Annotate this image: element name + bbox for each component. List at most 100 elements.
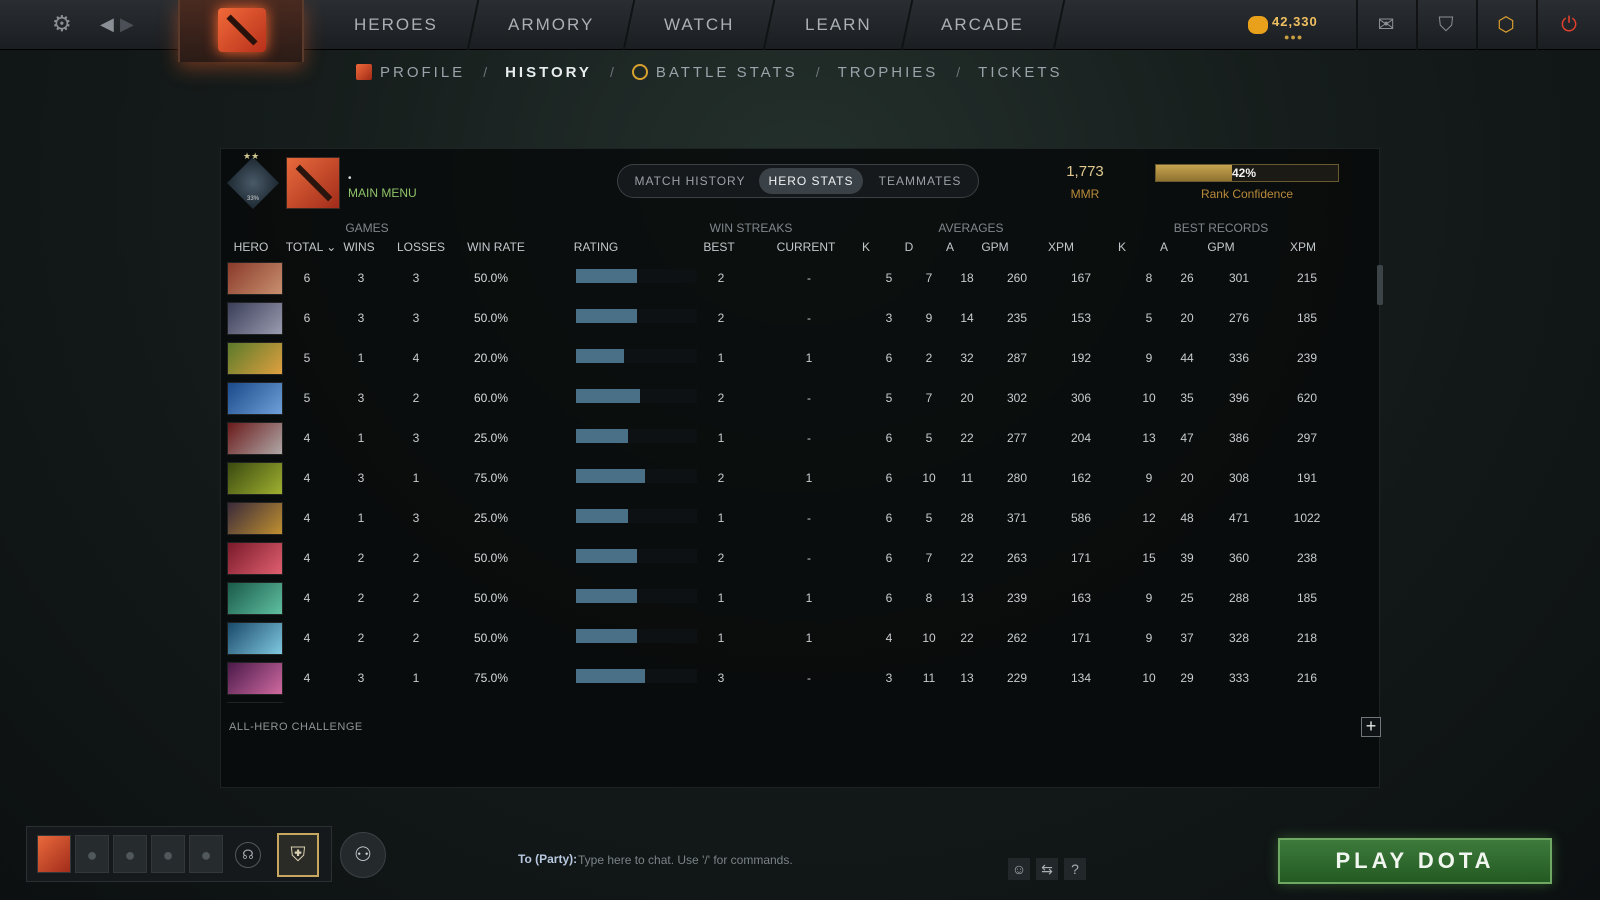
- tab-teammates[interactable]: TEAMMATES: [868, 168, 972, 194]
- col-avg-k[interactable]: K: [851, 240, 881, 254]
- subnav-history[interactable]: HISTORY: [505, 64, 592, 81]
- table-row[interactable]: 4 2 2 50.0% 1 1 4 10 22 262 171 9 37 328 218: [221, 619, 1353, 659]
- col-total[interactable]: TOTAL ⌄: [281, 240, 341, 254]
- chat-channel-label[interactable]: To (Party):: [518, 852, 577, 866]
- cell-gpm: 235: [1006, 311, 1028, 325]
- table-row[interactable]: 4 3 1 75.0% 2 1 6 10 11 280 162 9 20 308 191: [221, 459, 1353, 499]
- party-slot-empty[interactable]: ●: [75, 835, 109, 873]
- nav-watch[interactable]: WATCH: [624, 0, 776, 50]
- back-arrow-icon[interactable]: ◀: [100, 10, 114, 38]
- voice-chat-button[interactable]: ☊: [235, 842, 261, 868]
- armory-shield-button[interactable]: ⛉: [1416, 0, 1474, 50]
- cell-total: 4: [303, 671, 311, 685]
- dota-home-tab[interactable]: [178, 0, 304, 62]
- col-avg-a[interactable]: A: [935, 240, 965, 254]
- party-slot-self[interactable]: [37, 835, 71, 873]
- party-slot-empty[interactable]: ●: [151, 835, 185, 873]
- cell-best-a: 47: [1180, 431, 1194, 445]
- chat-input[interactable]: [578, 848, 998, 872]
- col-losses[interactable]: LOSSES: [391, 240, 451, 254]
- nav-armory[interactable]: ARMORY: [468, 0, 636, 50]
- table-row[interactable]: 5 3 2 60.0% 2 - 5 7 20 302 306 10 35 396 620: [221, 379, 1353, 419]
- col-best-k[interactable]: K: [1107, 240, 1137, 254]
- cell-k: 5: [885, 271, 893, 285]
- dota-plus-button[interactable]: ⬡: [1476, 0, 1534, 50]
- cell-wins: 2: [357, 591, 365, 605]
- cell-current: 1: [805, 631, 813, 645]
- subnav-separator: /: [609, 64, 614, 80]
- mail-button[interactable]: ✉: [1356, 0, 1414, 50]
- hero-portrait[interactable]: [227, 382, 283, 415]
- party-slot-empty[interactable]: ●: [113, 835, 147, 873]
- rating-bar: [576, 429, 697, 443]
- col-rating[interactable]: RATING: [561, 240, 631, 254]
- hero-portrait[interactable]: [227, 662, 283, 695]
- hero-portrait[interactable]: [227, 542, 283, 575]
- find-party-button[interactable]: ⚇: [340, 832, 386, 878]
- subnav-tickets[interactable]: TICKETS: [978, 64, 1062, 81]
- expand-challenge-button[interactable]: +: [1361, 717, 1381, 737]
- col-best-streak[interactable]: BEST: [697, 240, 741, 254]
- cell-total: 6: [303, 271, 311, 285]
- table-row[interactable]: 6 3 3 50.0% 2 - 5 7 18 260 167 8 26 301 215: [221, 259, 1353, 299]
- hero-portrait[interactable]: [227, 342, 283, 375]
- tab-hero-stats[interactable]: HERO STATS: [759, 168, 863, 194]
- subnav-battle-stats[interactable]: BATTLE STATS: [656, 64, 798, 81]
- col-hero[interactable]: HERO: [225, 240, 277, 254]
- cell-best-xpm: 185: [1296, 311, 1318, 325]
- cell-wins: 3: [357, 671, 365, 685]
- hero-portrait[interactable]: [227, 302, 283, 335]
- table-row[interactable]: 4 3 1 75.0% 3 - 3 11 13 229 134 10 29 333 216: [221, 659, 1353, 699]
- emoticon-icon[interactable]: ☺: [1008, 858, 1030, 880]
- hero-portrait[interactable]: [227, 702, 283, 703]
- hero-portrait[interactable]: [227, 582, 283, 615]
- chat-options-icon[interactable]: ⇆: [1036, 858, 1058, 880]
- table-row[interactable]: [221, 699, 1353, 703]
- nav-learn[interactable]: LEARN: [765, 0, 913, 50]
- power-button[interactable]: ⏻: [1536, 0, 1600, 50]
- col-avg-d[interactable]: D: [894, 240, 924, 254]
- hero-portrait[interactable]: [227, 462, 283, 495]
- col-current-streak[interactable]: CURRENT: [771, 240, 841, 254]
- table-row[interactable]: 4 2 2 50.0% 2-6 7 22 263 171 15 39 360 238: [221, 539, 1353, 579]
- cell-k: 6: [885, 551, 893, 565]
- hero-portrait[interactable]: [227, 262, 283, 295]
- nav-arcade[interactable]: ARCADE: [901, 0, 1066, 50]
- ranked-roles-button[interactable]: ⛨: [277, 833, 319, 877]
- cell-best: 2: [717, 391, 725, 405]
- table-row[interactable]: 5 1 4 20.0% 1 1 6 2 32 287 192 9 44 336 239: [221, 339, 1353, 379]
- col-best-xpm[interactable]: XPM: [1283, 240, 1323, 254]
- hero-portrait[interactable]: [227, 622, 283, 655]
- forward-arrow-icon[interactable]: ▶: [120, 10, 134, 38]
- main-menu-link[interactable]: MAIN MENU: [348, 186, 417, 200]
- party-slot-empty[interactable]: ●: [189, 835, 223, 873]
- nav-heroes[interactable]: HEROES: [314, 0, 480, 50]
- cell-best-k: 10: [1142, 671, 1156, 685]
- avatar[interactable]: [286, 157, 340, 209]
- col-best-gpm[interactable]: GPM: [1201, 240, 1241, 254]
- help-icon[interactable]: ?: [1064, 858, 1086, 880]
- play-dota-button[interactable]: PLAY DOTA: [1278, 838, 1552, 884]
- col-best-a[interactable]: A: [1149, 240, 1179, 254]
- col-avg-gpm[interactable]: GPM: [975, 240, 1015, 254]
- cell-gpm: 239: [1006, 591, 1028, 605]
- col-avg-xpm[interactable]: XPM: [1041, 240, 1081, 254]
- col-wins[interactable]: WINS: [337, 240, 381, 254]
- gear-icon[interactable]: ⚙: [52, 10, 72, 38]
- header-group-win-streaks: WIN STREAKS: [709, 221, 793, 235]
- hero-portrait[interactable]: [227, 502, 283, 535]
- table-row[interactable]: 4 2 2 50.0% 1 1 6 8 13 239 163 9 25 288 185: [221, 579, 1353, 619]
- cell-d: 11: [922, 671, 936, 685]
- cell-gpm: 280: [1006, 471, 1028, 485]
- col-win-rate[interactable]: WIN RATE: [461, 240, 531, 254]
- tab-match-history[interactable]: MATCH HISTORY: [624, 168, 756, 194]
- hero-portrait[interactable]: [227, 422, 283, 455]
- table-row[interactable]: 4 1 3 25.0% 1-6 5 22 277 204 13 47 386 297: [221, 419, 1353, 459]
- subnav-profile[interactable]: PROFILE: [380, 64, 465, 81]
- table-row[interactable]: 6 3 3 50.0% 2 - 3 9 14 235 153 5 20 276 185: [221, 299, 1353, 339]
- rating-bar-fill: [576, 629, 637, 643]
- table-row[interactable]: 4 1 3 25.0% 1 - 6 5 28 371 586 12 48 471 1022: [221, 499, 1353, 539]
- subnav-trophies[interactable]: TROPHIES: [838, 64, 939, 81]
- cell-a: 22: [960, 431, 974, 445]
- table-scrollbar[interactable]: [1377, 265, 1383, 305]
